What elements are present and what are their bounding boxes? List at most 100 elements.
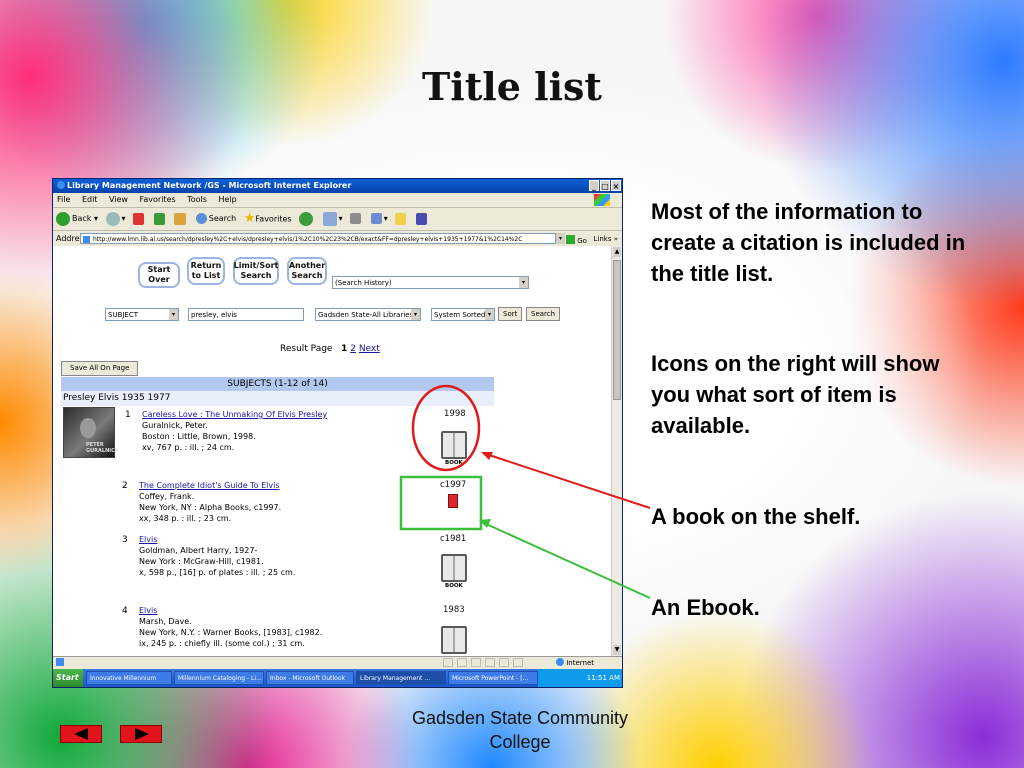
scroll-thumb[interactable] bbox=[613, 260, 621, 400]
record-title-link[interactable]: Careless Love : The Unmaking Of Elvis Pr… bbox=[142, 410, 327, 419]
result-pages: Result Page 1 2 Next bbox=[280, 344, 380, 354]
subjects-header: SUBJECTS (1-12 of 14) bbox=[61, 377, 494, 391]
go-arrow-icon bbox=[566, 235, 575, 244]
browser-titlebar: Library Management Network /GS - Microso… bbox=[53, 179, 622, 193]
sort-mode-select[interactable]: System Sorted ▾ bbox=[431, 308, 495, 321]
edit-button[interactable]: ▾ bbox=[370, 208, 388, 230]
result-page-2-link[interactable]: 2 bbox=[350, 344, 356, 354]
notes-icon bbox=[395, 212, 407, 225]
vertical-scrollbar[interactable]: ▲ ▼ bbox=[611, 246, 622, 656]
address-input[interactable]: http://www.lmn.lib.al.us/search/dpresley… bbox=[80, 233, 556, 244]
return-to-list-button[interactable]: Return to List bbox=[187, 257, 225, 285]
record-1: Careless Love : The Unmaking Of Elvis Pr… bbox=[142, 409, 442, 453]
record-3: Elvis Goldman, Albert Harry, 1927- New Y… bbox=[139, 534, 439, 578]
forward-button[interactable]: ▾ bbox=[105, 208, 126, 230]
library-select[interactable]: Gadsden State-All Libraries ▾ bbox=[315, 308, 421, 321]
book-cover-thumbnail[interactable]: PETER GURALNICK bbox=[63, 407, 119, 458]
record-publisher: New York, N.Y. : Warner Books, [1983], c… bbox=[139, 628, 323, 637]
cover-text: PETER GURALNICK bbox=[86, 442, 119, 454]
sort-mode-value: System Sorted bbox=[434, 311, 486, 319]
refresh-button[interactable] bbox=[153, 208, 167, 230]
limit-sort-search-button[interactable]: Limit/Sort Search bbox=[233, 257, 279, 285]
return-label-1: Return bbox=[190, 261, 222, 270]
address-dropdown[interactable]: ▾ bbox=[556, 233, 565, 244]
taskbar-item[interactable]: Microsoft PowerPoint - [... bbox=[448, 671, 538, 685]
another-search-label-2: Search bbox=[291, 271, 323, 280]
taskbar-item[interactable]: Innovative Millennium bbox=[86, 671, 172, 685]
record-publisher: Boston : Little, Brown, 1998. bbox=[142, 432, 256, 441]
system-tray: 11:51 AM bbox=[538, 669, 622, 687]
start-button[interactable]: Start bbox=[53, 669, 83, 687]
sort-button[interactable]: Sort bbox=[498, 307, 523, 321]
search-submit-button[interactable]: Search bbox=[526, 307, 561, 321]
search-history-select[interactable]: (Search History) ▾ bbox=[332, 276, 529, 289]
record-description: xv, 767 p. : ill. ; 24 cm. bbox=[142, 443, 235, 452]
star-icon: ★ bbox=[243, 211, 256, 226]
clock: 11:51 AM bbox=[586, 674, 620, 682]
home-button[interactable] bbox=[174, 208, 188, 230]
menu-edit[interactable]: Edit bbox=[82, 195, 98, 204]
menu-file[interactable]: File bbox=[57, 195, 70, 204]
back-button[interactable]: Back ▾ bbox=[56, 208, 98, 230]
history-button[interactable] bbox=[299, 208, 315, 230]
left-arrow-icon bbox=[74, 728, 88, 740]
result-page-label: Result Page bbox=[280, 344, 333, 354]
status-segment bbox=[485, 658, 495, 667]
search-type-select[interactable]: SUBJECT ▾ bbox=[105, 308, 179, 321]
windows-taskbar: Start Innovative Millennium Millennium C… bbox=[53, 669, 622, 687]
menu-tools[interactable]: Tools bbox=[187, 195, 207, 204]
taskbar-item[interactable]: Millennium Cataloging - Li... bbox=[174, 671, 264, 685]
record-title-link[interactable]: Elvis bbox=[139, 606, 157, 615]
print-button[interactable] bbox=[350, 208, 363, 230]
go-label: Go bbox=[577, 237, 587, 245]
return-label-2: to List bbox=[191, 271, 221, 280]
record-2: The Complete Idiot's Guide To Elvis Coff… bbox=[139, 480, 439, 524]
taskbar-item[interactable]: Inbox - Microsoft Outlook bbox=[266, 671, 354, 685]
mail-icon bbox=[322, 211, 337, 226]
record-4: Elvis Marsh, Dave. New York, N.Y. : Warn… bbox=[139, 605, 439, 649]
zone-label: Internet bbox=[566, 659, 594, 667]
window-controls: _ □ × bbox=[588, 180, 621, 194]
chevron-down-icon: ▾ bbox=[485, 309, 494, 320]
record-title-link[interactable]: Elvis bbox=[139, 535, 157, 544]
previous-slide-button[interactable] bbox=[60, 725, 102, 743]
taskbar-item-active[interactable]: Library Management ... bbox=[356, 671, 446, 685]
menu-help[interactable]: Help bbox=[218, 195, 236, 204]
menu-favorites[interactable]: Favorites bbox=[140, 195, 176, 204]
menu-bar: File Edit View Favorites Tools Help bbox=[53, 193, 622, 208]
next-slide-button[interactable] bbox=[120, 725, 162, 743]
scroll-up-arrow-icon[interactable]: ▲ bbox=[613, 247, 621, 257]
messenger-icon bbox=[415, 212, 427, 225]
links-button[interactable]: Links » bbox=[594, 231, 619, 247]
menu-view[interactable]: View bbox=[109, 195, 128, 204]
cover-portrait bbox=[80, 418, 96, 438]
note-citation-info: Most of the information to create a cita… bbox=[651, 199, 966, 286]
maximize-button[interactable]: □ bbox=[600, 180, 610, 191]
mail-button[interactable]: ▾ bbox=[322, 208, 343, 230]
refresh-icon bbox=[153, 212, 165, 225]
stop-button[interactable] bbox=[133, 208, 146, 230]
another-search-label-1: Another bbox=[288, 261, 326, 270]
record-title-link[interactable]: The Complete Idiot's Guide To Elvis bbox=[139, 481, 280, 490]
record-number: 4 bbox=[122, 606, 128, 616]
status-segment bbox=[443, 658, 453, 667]
close-button[interactable]: × bbox=[611, 180, 621, 191]
save-all-button[interactable]: Save All On Page bbox=[61, 361, 139, 376]
scroll-down-arrow-icon[interactable]: ▼ bbox=[613, 645, 621, 655]
browser-toolbar: Back ▾ ▾ Search ★Favorites ▾ ▾ bbox=[53, 208, 622, 231]
start-over-button[interactable]: Start Over bbox=[138, 262, 180, 288]
history-icon bbox=[299, 211, 314, 226]
windows-logo-icon bbox=[594, 194, 610, 206]
record-number: 1 bbox=[125, 410, 131, 420]
search-button[interactable]: Search bbox=[195, 208, 236, 230]
discuss-button[interactable] bbox=[395, 208, 408, 230]
status-segment bbox=[499, 658, 509, 667]
search-term-input[interactable]: presley, elvis bbox=[188, 308, 304, 321]
minimize-button[interactable]: _ bbox=[589, 180, 599, 191]
messenger-button[interactable] bbox=[415, 208, 429, 230]
search-history-value: (Search History) bbox=[335, 279, 392, 287]
another-search-button[interactable]: Another Search bbox=[287, 257, 327, 285]
start-over-label: Start Over bbox=[147, 265, 171, 284]
favorites-button[interactable]: ★Favorites bbox=[244, 208, 292, 231]
next-page-link[interactable]: Next bbox=[359, 344, 380, 354]
